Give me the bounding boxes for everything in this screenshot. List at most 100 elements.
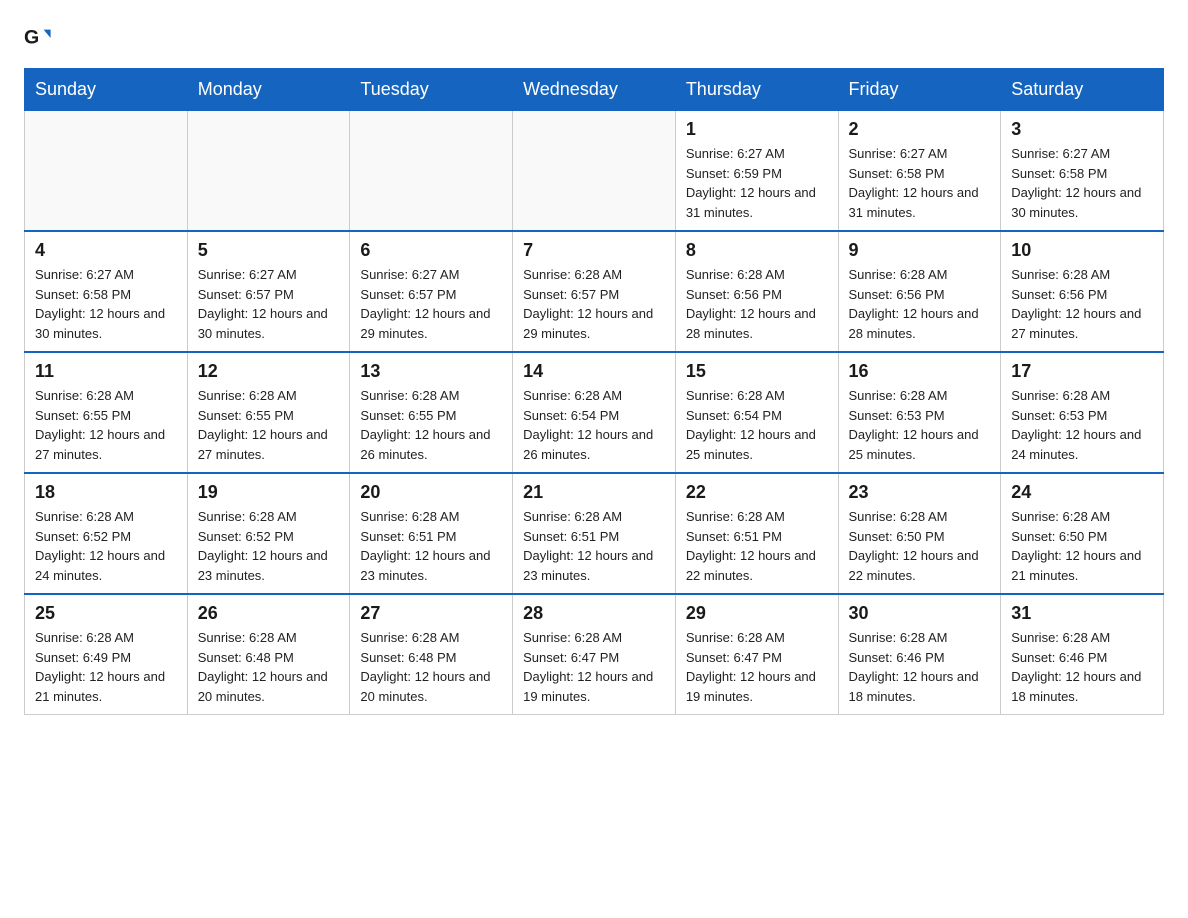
calendar-cell: 2Sunrise: 6:27 AM Sunset: 6:58 PM Daylig… bbox=[838, 111, 1001, 232]
calendar-cell bbox=[187, 111, 350, 232]
day-info: Sunrise: 6:28 AM Sunset: 6:48 PM Dayligh… bbox=[198, 628, 340, 706]
day-info: Sunrise: 6:28 AM Sunset: 6:51 PM Dayligh… bbox=[686, 507, 828, 585]
day-info: Sunrise: 6:28 AM Sunset: 6:46 PM Dayligh… bbox=[1011, 628, 1153, 706]
day-number: 5 bbox=[198, 240, 340, 261]
day-info: Sunrise: 6:28 AM Sunset: 6:54 PM Dayligh… bbox=[523, 386, 665, 464]
logo-icon: G bbox=[24, 24, 52, 52]
day-info: Sunrise: 6:28 AM Sunset: 6:53 PM Dayligh… bbox=[849, 386, 991, 464]
day-number: 30 bbox=[849, 603, 991, 624]
day-number: 29 bbox=[686, 603, 828, 624]
day-number: 9 bbox=[849, 240, 991, 261]
day-info: Sunrise: 6:28 AM Sunset: 6:57 PM Dayligh… bbox=[523, 265, 665, 343]
calendar-cell: 6 Sunrise: 6:27 AM Sunset: 6:57 PM Daylig… bbox=[350, 231, 513, 352]
day-number: 13 bbox=[360, 361, 502, 382]
calendar-cell: 7 Sunrise: 6:28 AM Sunset: 6:57 PM Daylig… bbox=[513, 231, 676, 352]
day-info: Sunrise: 6:27 AM Sunset: 6:59 PM Dayligh… bbox=[686, 144, 828, 222]
day-info: Sunrise: 6:28 AM Sunset: 6:46 PM Dayligh… bbox=[849, 628, 991, 706]
day-number: 28 bbox=[523, 603, 665, 624]
day-number: 14 bbox=[523, 361, 665, 382]
calendar-header-row: SundayMondayTuesdayWednesdayThursdayFrid… bbox=[25, 69, 1164, 111]
day-info: Sunrise: 6:28 AM Sunset: 6:51 PM Dayligh… bbox=[523, 507, 665, 585]
calendar-cell: 30 Sunrise: 6:28 AM Sunset: 6:46 PM Dayli… bbox=[838, 594, 1001, 715]
weekday-header-tuesday: Tuesday bbox=[350, 69, 513, 111]
day-info: Sunrise: 6:28 AM Sunset: 6:52 PM Dayligh… bbox=[198, 507, 340, 585]
day-number: 24 bbox=[1011, 482, 1153, 503]
calendar-week-row: 11 Sunrise: 6:28 AM Sunset: 6:55 PM Dayli… bbox=[25, 352, 1164, 473]
calendar-cell: 10 Sunrise: 6:28 AM Sunset: 6:56 PM Dayli… bbox=[1001, 231, 1164, 352]
page-header: G bbox=[24, 24, 1164, 52]
day-info: Sunrise: 6:28 AM Sunset: 6:52 PM Dayligh… bbox=[35, 507, 177, 585]
day-number: 18 bbox=[35, 482, 177, 503]
day-number: 11 bbox=[35, 361, 177, 382]
calendar-cell: 5Sunrise: 6:27 AM Sunset: 6:57 PM Daylig… bbox=[187, 231, 350, 352]
calendar-cell: 14 Sunrise: 6:28 AM Sunset: 6:54 PM Dayli… bbox=[513, 352, 676, 473]
weekday-header-monday: Monday bbox=[187, 69, 350, 111]
calendar-cell: 18 Sunrise: 6:28 AM Sunset: 6:52 PM Dayli… bbox=[25, 473, 188, 594]
calendar-week-row: 25Sunrise: 6:28 AM Sunset: 6:49 PM Dayli… bbox=[25, 594, 1164, 715]
calendar-cell: 12 Sunrise: 6:28 AM Sunset: 6:55 PM Dayli… bbox=[187, 352, 350, 473]
day-number: 3 bbox=[1011, 119, 1153, 140]
day-number: 20 bbox=[360, 482, 502, 503]
day-number: 6 bbox=[360, 240, 502, 261]
day-number: 8 bbox=[686, 240, 828, 261]
day-number: 7 bbox=[523, 240, 665, 261]
day-number: 4 bbox=[35, 240, 177, 261]
calendar-cell: 25Sunrise: 6:28 AM Sunset: 6:49 PM Dayli… bbox=[25, 594, 188, 715]
day-info: Sunrise: 6:28 AM Sunset: 6:56 PM Dayligh… bbox=[1011, 265, 1153, 343]
calendar-cell: 3 Sunrise: 6:27 AM Sunset: 6:58 PM Daylig… bbox=[1001, 111, 1164, 232]
day-info: Sunrise: 6:28 AM Sunset: 6:55 PM Dayligh… bbox=[198, 386, 340, 464]
calendar-cell: 16Sunrise: 6:28 AM Sunset: 6:53 PM Dayli… bbox=[838, 352, 1001, 473]
day-info: Sunrise: 6:28 AM Sunset: 6:56 PM Dayligh… bbox=[686, 265, 828, 343]
weekday-header-saturday: Saturday bbox=[1001, 69, 1164, 111]
day-info: Sunrise: 6:28 AM Sunset: 6:50 PM Dayligh… bbox=[1011, 507, 1153, 585]
day-number: 19 bbox=[198, 482, 340, 503]
day-info: Sunrise: 6:28 AM Sunset: 6:47 PM Dayligh… bbox=[686, 628, 828, 706]
calendar-cell: 27 Sunrise: 6:28 AM Sunset: 6:48 PM Dayli… bbox=[350, 594, 513, 715]
day-info: Sunrise: 6:28 AM Sunset: 6:55 PM Dayligh… bbox=[35, 386, 177, 464]
calendar-cell bbox=[350, 111, 513, 232]
weekday-header-thursday: Thursday bbox=[675, 69, 838, 111]
calendar-cell: 11 Sunrise: 6:28 AM Sunset: 6:55 PM Dayli… bbox=[25, 352, 188, 473]
calendar-cell: 28 Sunrise: 6:28 AM Sunset: 6:47 PM Dayli… bbox=[513, 594, 676, 715]
calendar-cell: 22 Sunrise: 6:28 AM Sunset: 6:51 PM Dayli… bbox=[675, 473, 838, 594]
calendar-cell: 17Sunrise: 6:28 AM Sunset: 6:53 PM Dayli… bbox=[1001, 352, 1164, 473]
calendar-cell: 21 Sunrise: 6:28 AM Sunset: 6:51 PM Dayli… bbox=[513, 473, 676, 594]
day-info: Sunrise: 6:28 AM Sunset: 6:50 PM Dayligh… bbox=[849, 507, 991, 585]
calendar-cell: 13 Sunrise: 6:28 AM Sunset: 6:55 PM Dayli… bbox=[350, 352, 513, 473]
calendar-table: SundayMondayTuesdayWednesdayThursdayFrid… bbox=[24, 68, 1164, 715]
calendar-cell: 20 Sunrise: 6:28 AM Sunset: 6:51 PM Dayli… bbox=[350, 473, 513, 594]
calendar-week-row: 4Sunrise: 6:27 AM Sunset: 6:58 PM Daylig… bbox=[25, 231, 1164, 352]
calendar-cell: 8 Sunrise: 6:28 AM Sunset: 6:56 PM Daylig… bbox=[675, 231, 838, 352]
day-number: 31 bbox=[1011, 603, 1153, 624]
calendar-cell: 31 Sunrise: 6:28 AM Sunset: 6:46 PM Dayli… bbox=[1001, 594, 1164, 715]
day-number: 22 bbox=[686, 482, 828, 503]
day-number: 1 bbox=[686, 119, 828, 140]
day-info: Sunrise: 6:28 AM Sunset: 6:56 PM Dayligh… bbox=[849, 265, 991, 343]
day-number: 23 bbox=[849, 482, 991, 503]
day-info: Sunrise: 6:27 AM Sunset: 6:58 PM Dayligh… bbox=[1011, 144, 1153, 222]
day-info: Sunrise: 6:28 AM Sunset: 6:55 PM Dayligh… bbox=[360, 386, 502, 464]
day-number: 26 bbox=[198, 603, 340, 624]
day-info: Sunrise: 6:28 AM Sunset: 6:48 PM Dayligh… bbox=[360, 628, 502, 706]
day-info: Sunrise: 6:28 AM Sunset: 6:51 PM Dayligh… bbox=[360, 507, 502, 585]
day-number: 15 bbox=[686, 361, 828, 382]
day-number: 21 bbox=[523, 482, 665, 503]
calendar-cell: 23 Sunrise: 6:28 AM Sunset: 6:50 PM Dayli… bbox=[838, 473, 1001, 594]
weekday-header-friday: Friday bbox=[838, 69, 1001, 111]
weekday-header-sunday: Sunday bbox=[25, 69, 188, 111]
calendar-cell: 1 Sunrise: 6:27 AM Sunset: 6:59 PM Daylig… bbox=[675, 111, 838, 232]
day-info: Sunrise: 6:28 AM Sunset: 6:54 PM Dayligh… bbox=[686, 386, 828, 464]
calendar-week-row: 18 Sunrise: 6:28 AM Sunset: 6:52 PM Dayli… bbox=[25, 473, 1164, 594]
day-number: 12 bbox=[198, 361, 340, 382]
day-info: Sunrise: 6:27 AM Sunset: 6:57 PM Dayligh… bbox=[360, 265, 502, 343]
day-number: 10 bbox=[1011, 240, 1153, 261]
calendar-cell bbox=[25, 111, 188, 232]
calendar-cell: 4Sunrise: 6:27 AM Sunset: 6:58 PM Daylig… bbox=[25, 231, 188, 352]
day-info: Sunrise: 6:28 AM Sunset: 6:53 PM Dayligh… bbox=[1011, 386, 1153, 464]
calendar-week-row: 1 Sunrise: 6:27 AM Sunset: 6:59 PM Daylig… bbox=[25, 111, 1164, 232]
day-info: Sunrise: 6:28 AM Sunset: 6:47 PM Dayligh… bbox=[523, 628, 665, 706]
calendar-cell: 26 Sunrise: 6:28 AM Sunset: 6:48 PM Dayli… bbox=[187, 594, 350, 715]
calendar-cell: 29 Sunrise: 6:28 AM Sunset: 6:47 PM Dayli… bbox=[675, 594, 838, 715]
calendar-cell bbox=[513, 111, 676, 232]
day-number: 27 bbox=[360, 603, 502, 624]
